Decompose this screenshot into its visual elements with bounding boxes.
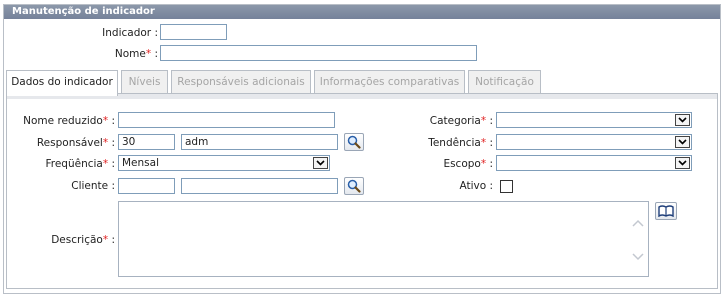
- chevron-down-icon[interactable]: [675, 136, 690, 148]
- panel-title: Manutenção de indicador: [4, 5, 720, 19]
- ativo-label: Ativo :: [459, 180, 493, 192]
- responsavel-search-button[interactable]: [344, 133, 364, 151]
- descricao-textarea[interactable]: [118, 201, 649, 277]
- frequencia-select[interactable]: Mensal: [118, 155, 330, 171]
- nome-reduzido-input[interactable]: [118, 112, 335, 128]
- indicador-label: Indicador :: [102, 27, 158, 39]
- cliente-code-input[interactable]: [118, 178, 175, 194]
- responsavel-label: Responsável* :: [36, 137, 115, 149]
- frequencia-label: Freqüência* :: [45, 158, 115, 170]
- tab-niveis[interactable]: Níveis: [121, 70, 168, 94]
- cliente-search-button[interactable]: [344, 177, 364, 195]
- descricao-book-button[interactable]: [655, 202, 677, 220]
- indicador-input[interactable]: [160, 24, 227, 40]
- frequencia-selected-value: Mensal: [122, 157, 159, 169]
- descricao-label: Descrição* :: [51, 234, 115, 246]
- tab-notificacao[interactable]: Notificação: [468, 70, 541, 94]
- tab-dados-do-indicador[interactable]: Dados do indicador: [6, 70, 118, 96]
- nome-reduzido-label: Nome reduzido* :: [23, 115, 115, 127]
- escopo-select[interactable]: [496, 155, 692, 171]
- categoria-label: Categoria* :: [429, 115, 493, 127]
- responsavel-name-input[interactable]: adm: [181, 134, 338, 150]
- tendencia-select[interactable]: [496, 134, 692, 150]
- categoria-select[interactable]: [496, 112, 692, 128]
- scroll-down-icon[interactable]: [632, 252, 644, 262]
- search-icon: [347, 135, 361, 149]
- tendencia-label: Tendência* :: [428, 137, 493, 149]
- escopo-label: Escopo* :: [443, 158, 493, 170]
- chevron-down-icon[interactable]: [313, 157, 328, 169]
- book-icon: [658, 205, 674, 217]
- nome-input[interactable]: [160, 45, 477, 61]
- chevron-down-icon[interactable]: [675, 114, 690, 126]
- nome-label: Nome* :: [114, 48, 158, 60]
- chevron-down-icon[interactable]: [675, 157, 690, 169]
- search-icon: [347, 179, 361, 193]
- tab-responsaveis-adicionais[interactable]: Responsáveis adicionais: [171, 70, 311, 94]
- tab-informacoes-comparativas[interactable]: Informações comparativas: [314, 70, 465, 94]
- cliente-name-input[interactable]: [181, 178, 338, 194]
- responsavel-code-input[interactable]: 30: [118, 134, 175, 150]
- ativo-checkbox[interactable]: [500, 180, 513, 193]
- cliente-label: Cliente :: [71, 180, 115, 192]
- scroll-up-icon[interactable]: [632, 218, 644, 228]
